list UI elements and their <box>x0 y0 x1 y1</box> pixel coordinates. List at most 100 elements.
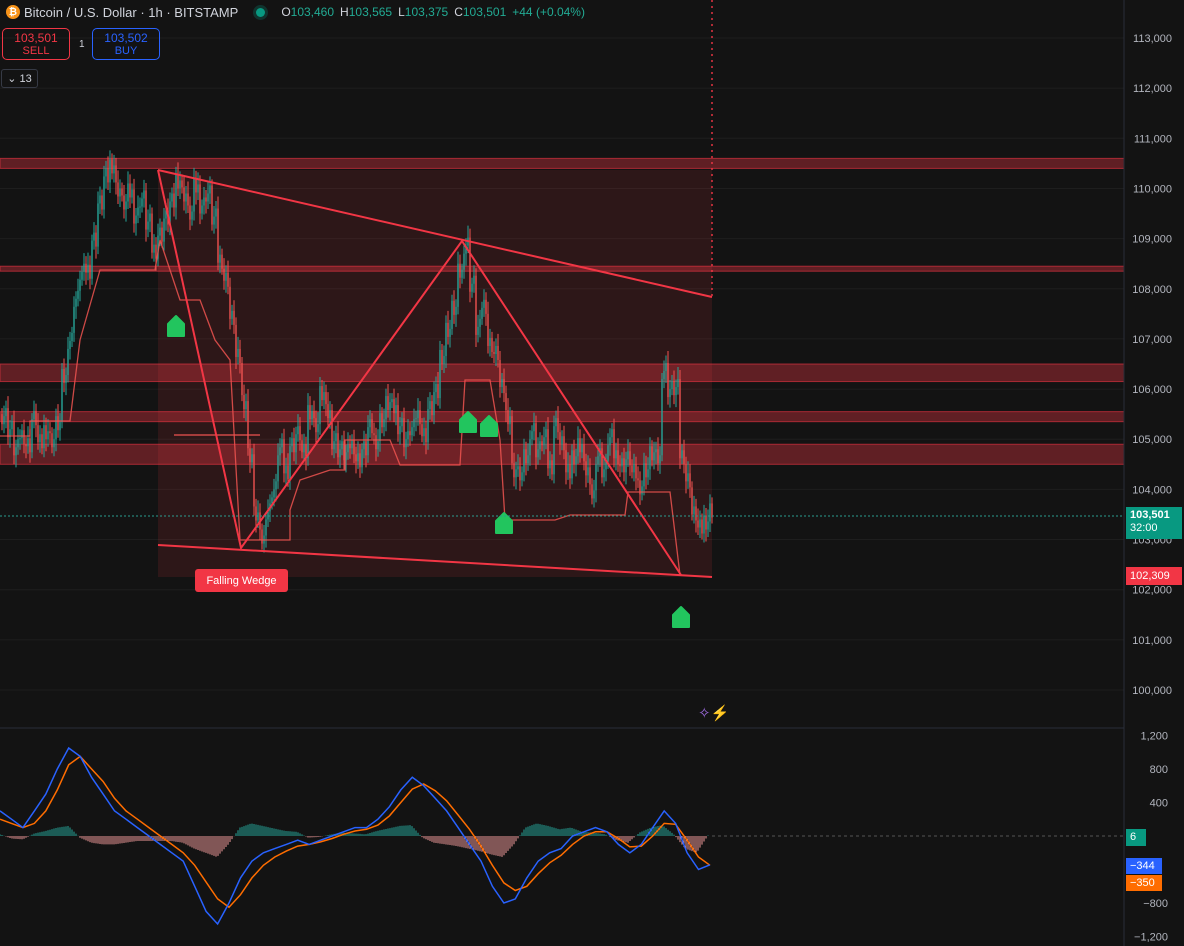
candle-body <box>439 349 441 399</box>
candle-body <box>355 454 357 462</box>
candle-body <box>265 519 267 536</box>
candle-body <box>697 520 699 528</box>
low-value: 103,375 <box>404 5 449 19</box>
candle-body <box>515 469 517 478</box>
candle-body <box>339 449 341 458</box>
sell-button[interactable]: 103,501 SELL <box>2 28 70 60</box>
market-status-icon <box>256 7 266 17</box>
candle-body <box>541 441 543 446</box>
candle-body <box>201 205 203 214</box>
candle-body <box>403 418 405 448</box>
macd-tick-label: 1,200 <box>1140 730 1168 742</box>
candle-body <box>513 463 515 478</box>
candle-body <box>559 432 561 445</box>
candle-body <box>87 264 89 273</box>
candle-body <box>407 431 409 440</box>
quantity-value[interactable]: 1 <box>79 39 85 50</box>
candle-body <box>677 379 679 388</box>
candle-body <box>13 421 15 456</box>
lightning-icon[interactable]: ✧⚡ <box>698 704 729 726</box>
candle-body <box>297 426 299 435</box>
candle-body <box>425 428 427 443</box>
price-tick-label: 105,000 <box>1132 434 1172 446</box>
candle-body <box>643 463 645 487</box>
candle-body <box>607 445 609 462</box>
candle-body <box>5 408 7 417</box>
candle-body <box>429 401 431 410</box>
symbol-title[interactable]: Bitcoin / U.S. Dollar · 1h · BITSTAMP <box>24 5 238 20</box>
candle-body <box>687 473 689 482</box>
candle-body <box>529 439 531 456</box>
candle-body <box>633 464 635 473</box>
candle-body <box>179 180 181 189</box>
candle-body <box>663 371 665 380</box>
candle-body <box>359 453 361 468</box>
candle-body <box>81 271 83 280</box>
price-tick-label: 106,000 <box>1132 384 1172 396</box>
candle-body <box>111 159 113 174</box>
candle-body <box>155 244 157 259</box>
candle-body <box>171 193 173 202</box>
candle-body <box>131 189 133 198</box>
candle-body <box>481 307 483 319</box>
candle-body <box>243 395 245 410</box>
chart-canvas[interactable]: 100,000101,000102,000103,000104,000105,0… <box>0 0 1184 946</box>
buy-button[interactable]: 103,502 BUY <box>92 28 160 60</box>
candle-body <box>561 436 563 445</box>
candle-body <box>585 461 587 476</box>
signal-line <box>0 755 711 909</box>
candle-body <box>571 450 573 479</box>
candle-body <box>551 460 553 475</box>
candle-body <box>389 402 391 411</box>
candle-body <box>51 433 53 448</box>
macd-tick-label: −1,200 <box>1134 932 1168 944</box>
candle-body <box>569 464 571 479</box>
macd-tag: −344 <box>1126 858 1162 874</box>
candle-body <box>553 426 555 475</box>
candle-body <box>217 208 219 263</box>
candle-body <box>341 441 343 450</box>
candle-body <box>45 425 47 440</box>
candle-body <box>411 427 413 436</box>
candle-body <box>309 405 311 420</box>
candle-body <box>137 207 139 216</box>
candle-body <box>443 355 445 364</box>
candle-body <box>371 419 373 434</box>
candle-body <box>537 449 539 458</box>
candle-body <box>455 306 457 315</box>
candle-body <box>307 405 309 459</box>
candle-body <box>3 416 5 425</box>
candle-body <box>219 254 221 263</box>
candle-body <box>151 213 153 253</box>
candle-body <box>287 465 289 480</box>
candle-body <box>681 450 683 459</box>
candle-body <box>387 396 389 411</box>
candle-body <box>109 159 111 183</box>
candle-body <box>15 447 17 456</box>
candle-body <box>689 473 691 488</box>
candle-body <box>673 381 675 396</box>
resistance-zone <box>0 157 1125 169</box>
candle-body <box>441 349 443 364</box>
candle-body <box>59 422 61 431</box>
candle-body <box>653 452 655 461</box>
candle-body <box>271 497 273 504</box>
candle-body <box>709 503 711 522</box>
candle-body <box>293 438 295 453</box>
candle-body <box>627 451 629 460</box>
indicators-toggle[interactable]: ⌄ 13 <box>1 69 38 88</box>
candle-body <box>207 193 209 202</box>
candle-body <box>593 490 595 499</box>
open-label: O <box>281 5 291 19</box>
candle-body <box>691 487 693 515</box>
low-label: L <box>398 5 405 19</box>
candle-body <box>637 478 639 481</box>
candle-body <box>187 193 189 206</box>
candle-body <box>509 416 511 425</box>
candle-body <box>67 348 69 376</box>
candle-body <box>283 439 285 474</box>
price-tick-label: 111,000 <box>1134 133 1172 145</box>
candle-body <box>11 421 13 430</box>
candle-body <box>277 455 279 482</box>
candle-body <box>225 272 227 281</box>
